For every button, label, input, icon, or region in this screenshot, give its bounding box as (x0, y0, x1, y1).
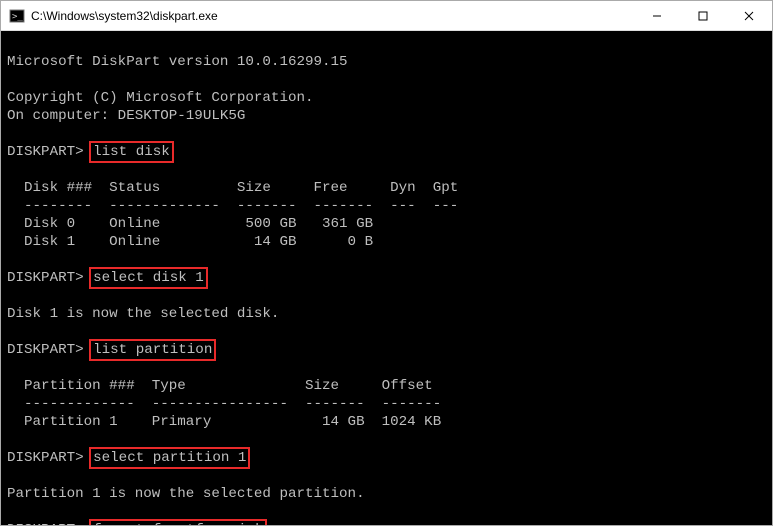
prompt-line: DISKPART> list partition (7, 342, 213, 358)
close-button[interactable] (726, 1, 772, 30)
svg-text:>_: >_ (12, 12, 23, 22)
minimize-button[interactable] (634, 1, 680, 30)
maximize-button[interactable] (680, 1, 726, 30)
prompt: DISKPART> (7, 144, 92, 160)
partition-table-rule: ------------- ---------------- ------- -… (7, 396, 441, 412)
window-controls (634, 1, 772, 30)
disk-table-rule: -------- ------------- ------- ------- -… (7, 198, 458, 214)
diskpart-window: >_ C:\Windows\system32\diskpart.exe Micr… (0, 0, 773, 526)
cmd-list-disk: list disk (92, 144, 171, 160)
table-row: Disk 0 Online 500 GB 361 GB (7, 216, 373, 232)
partition-table-header: Partition ### Type Size Offset (7, 378, 433, 394)
prompt: DISKPART> (7, 270, 92, 286)
copyright-line: Copyright (C) Microsoft Corporation. (7, 90, 314, 106)
computer-line: On computer: DESKTOP-19ULK5G (7, 108, 245, 124)
window-title: C:\Windows\system32\diskpart.exe (31, 9, 634, 23)
cmd-select-partition: select partition 1 (92, 450, 247, 466)
prompt-line: DISKPART> select partition 1 (7, 450, 247, 466)
table-row: Disk 1 Online 14 GB 0 B (7, 234, 373, 250)
prompt: DISKPART> (7, 342, 92, 358)
prompt-line: DISKPART> list disk (7, 144, 171, 160)
prompt-line: DISKPART> format fs=ntfs quick (7, 522, 264, 525)
cmd-select-disk: select disk 1 (92, 270, 205, 286)
disk-selected-msg: Disk 1 is now the selected disk. (7, 306, 279, 322)
terminal-output[interactable]: Microsoft DiskPart version 10.0.16299.15… (1, 31, 772, 525)
version-line: Microsoft DiskPart version 10.0.16299.15 (7, 54, 348, 70)
titlebar[interactable]: >_ C:\Windows\system32\diskpart.exe (1, 1, 772, 31)
partition-selected-msg: Partition 1 is now the selected partitio… (7, 486, 365, 502)
prompt-line: DISKPART> select disk 1 (7, 270, 205, 286)
prompt: DISKPART> (7, 450, 92, 466)
table-row: Partition 1 Primary 14 GB 1024 KB (7, 414, 441, 430)
disk-table-header: Disk ### Status Size Free Dyn Gpt (7, 180, 458, 196)
console-icon: >_ (9, 8, 25, 24)
cmd-format: format fs=ntfs quick (92, 522, 264, 525)
cmd-list-partition: list partition (92, 342, 213, 358)
prompt: DISKPART> (7, 522, 92, 525)
